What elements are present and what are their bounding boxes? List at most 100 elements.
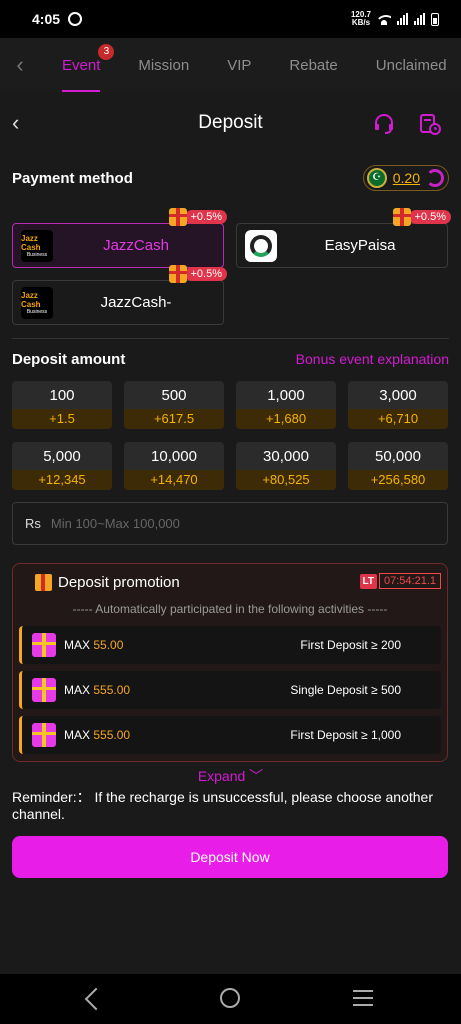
gift-icon (392, 208, 411, 226)
amount-option-500[interactable]: 500 +617.5 (124, 381, 224, 429)
promotion-row: MAX 555.00 First Deposit ≥ 1,000 (19, 716, 441, 754)
recent-apps-icon[interactable] (353, 990, 373, 1006)
status-time: 4:05 (32, 11, 61, 27)
promotion-title: Deposit promotion (35, 574, 180, 591)
status-icons: 120.7 KB/s (351, 11, 439, 27)
signal-icon-2 (414, 13, 425, 25)
refresh-icon[interactable] (426, 169, 444, 187)
expand-button[interactable]: Expand ﹀ (0, 766, 461, 786)
max-value: 555.00 (93, 728, 131, 742)
timer-value: 07:54:21.1 (379, 573, 441, 589)
network-speed-unit: KB/s (351, 18, 371, 27)
amount-value: 500 (161, 387, 187, 404)
gift-box-icon (32, 678, 56, 702)
jazzcash-logo-sub: Business (26, 309, 48, 315)
amount-bonus: +14,470 (124, 470, 224, 490)
amount-bonus: +256,580 (348, 470, 448, 490)
amount-bonus: +1,680 (236, 409, 336, 429)
amount-placeholder: Min 100~Max 100,000 (50, 516, 180, 531)
deposit-panel: ‹ Deposit Payment method ☪ 0.20 Jazz Cas… (0, 92, 461, 974)
tab-event[interactable]: Event 3 (62, 38, 115, 92)
bonus-tag: +0.5% (168, 208, 227, 226)
amount-bonus: +617.5 (124, 409, 224, 429)
deposit-now-button[interactable]: Deposit Now (12, 836, 448, 878)
gift-icon (168, 265, 187, 283)
amount-input[interactable]: Rs Min 100~Max 100,000 (12, 502, 448, 545)
status-bar: 4:05 120.7 KB/s (0, 0, 461, 38)
amount-bonus: +1.5 (12, 409, 112, 429)
chevron-left-icon[interactable]: ‹ (0, 52, 40, 78)
balance-amount: 0.20 (392, 170, 420, 186)
bonus-percent: +0.5% (184, 210, 227, 224)
max-label: MAX (64, 728, 91, 742)
tab-event-label: Event (62, 56, 101, 74)
amount-value: 3,000 (379, 387, 417, 404)
gift-icon (168, 208, 187, 226)
system-nav-bar (0, 974, 461, 1024)
pakistan-flag-icon: ☪ (366, 168, 387, 188)
jazzcash-logo-text: Jazz Cash (21, 291, 41, 309)
jazzcash-logo-icon: Jazz Cash Business (21, 230, 53, 262)
limited-time-badge: LT (359, 573, 377, 589)
amount-bonus: +80,525 (236, 470, 336, 490)
divider (12, 338, 449, 339)
bonus-percent: +0.5% (184, 267, 227, 281)
amount-option-10000[interactable]: 10,000 +14,470 (124, 442, 224, 490)
promotion-max: MAX 555.00 (64, 728, 130, 742)
max-value: 55.00 (93, 638, 124, 652)
deposit-promotion-card: Deposit promotion LT 07:54:21.1 ----- Au… (12, 563, 448, 762)
promotion-subtitle: ----- Automatically participated in the … (72, 602, 388, 616)
tab-mission[interactable]: Mission (138, 38, 189, 92)
amount-value: 1,000 (267, 387, 305, 404)
deposit-history-icon[interactable] (418, 112, 442, 136)
amount-value: 50,000 (375, 448, 421, 465)
payment-method-easypaisa[interactable]: EasyPaisa +0.5% (236, 208, 451, 268)
jazzcash-logo-text: Jazz Cash (21, 234, 41, 252)
gift-box-icon (32, 633, 56, 657)
amount-option-5000[interactable]: 5,000 +12,345 (12, 442, 112, 490)
amount-option-100[interactable]: 100 +1.5 (12, 381, 112, 429)
reminder-text: Reminder:： If the recharge is unsuccessf… (12, 789, 434, 822)
promotion-row: MAX 55.00 First Deposit ≥ 200 (19, 626, 441, 664)
jazzcash-logo-icon: Jazz Cash Business (21, 287, 53, 319)
amount-option-50000[interactable]: 50,000 +256,580 (348, 442, 448, 490)
signal-icon (397, 13, 408, 25)
jazzcash-logo-sub: Business (26, 252, 48, 258)
bonus-event-explanation-link[interactable]: Bonus event explanation (296, 351, 449, 367)
amount-bonus: +6,710 (348, 409, 448, 429)
amount-option-30000[interactable]: 30,000 +80,525 (236, 442, 336, 490)
promotion-condition: First Deposit ≥ 200 (300, 638, 401, 652)
home-icon[interactable] (220, 988, 240, 1008)
amount-value: 100 (49, 387, 75, 404)
bonus-percent: +0.5% (408, 210, 451, 224)
top-tab-bar: ‹ Event 3 Mission VIP Rebate Unclaimed (0, 38, 461, 92)
bonus-tag: +0.5% (168, 265, 227, 283)
payment-method-jazzcash-2[interactable]: Jazz Cash Business JazzCash- +0.5% (12, 265, 227, 325)
tab-unclaimed[interactable]: Unclaimed (376, 38, 447, 92)
max-value: 555.00 (93, 683, 131, 697)
wifi-icon (377, 13, 391, 25)
battery-icon (431, 12, 439, 26)
amount-option-1000[interactable]: 1,000 +1,680 (236, 381, 336, 429)
promotion-title-text: Deposit promotion (58, 574, 180, 591)
easypaisa-logo-icon (245, 230, 277, 262)
whatsapp-icon (68, 12, 83, 26)
gift-icon (35, 574, 52, 591)
deposit-amount-title: Deposit amount (12, 351, 126, 368)
promotion-max: MAX 55.00 (64, 638, 123, 652)
tab-rebate[interactable]: Rebate (289, 38, 337, 92)
headset-support-icon[interactable] (372, 112, 396, 136)
amount-value: 5,000 (43, 448, 81, 465)
countdown-timer: LT 07:54:21.1 (359, 573, 441, 589)
promotion-max: MAX 555.00 (64, 683, 130, 697)
balance-pill[interactable]: ☪ 0.20 (362, 165, 449, 191)
payment-method-jazzcash[interactable]: Jazz Cash Business JazzCash +0.5% (12, 208, 227, 268)
notification-badge: 3 (98, 44, 115, 60)
bonus-tag: +0.5% (392, 208, 451, 226)
back-icon[interactable] (84, 987, 108, 1011)
amount-value: 30,000 (263, 448, 309, 465)
currency-label: Rs (25, 516, 41, 531)
promotion-condition: Single Deposit ≥ 500 (290, 683, 401, 697)
amount-option-3000[interactable]: 3,000 +6,710 (348, 381, 448, 429)
tab-vip[interactable]: VIP (227, 38, 251, 92)
